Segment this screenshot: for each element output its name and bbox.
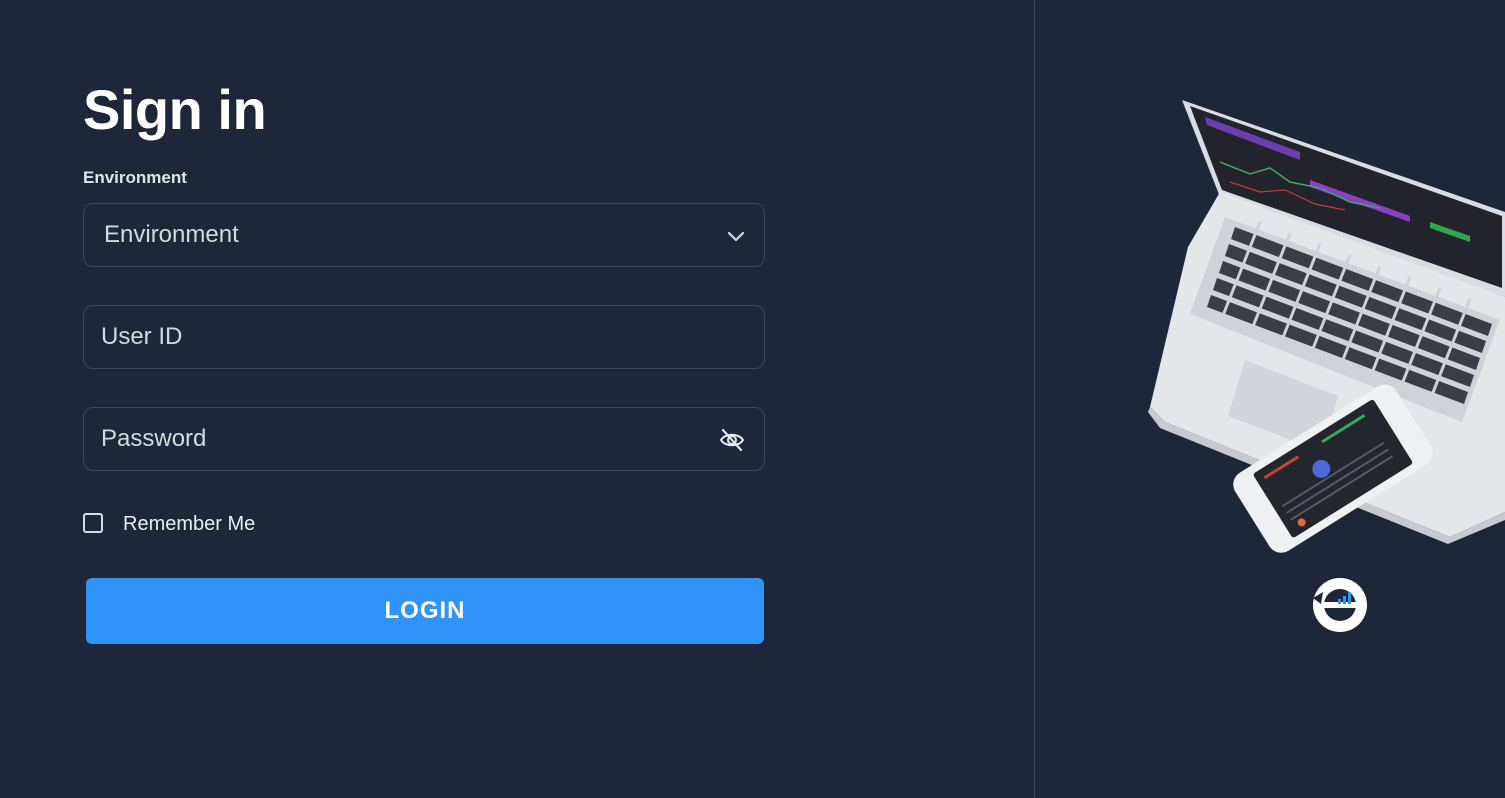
login-button[interactable]: LOGIN	[86, 578, 764, 644]
userid-input[interactable]: User ID	[83, 305, 765, 369]
remember-me-checkbox[interactable]	[83, 513, 103, 533]
remember-me-label: Remember Me	[123, 513, 256, 535]
environment-select[interactable]: Environment	[83, 203, 765, 267]
illustration-panel	[1035, 0, 1505, 798]
brand-logo	[1313, 578, 1367, 632]
password-input[interactable]: Password	[83, 407, 765, 471]
userid-placeholder: User ID	[101, 323, 183, 350]
login-page: Sign in Environment Environment User ID …	[0, 0, 1505, 798]
environment-label: Environment	[83, 168, 187, 187]
password-placeholder: Password	[101, 425, 207, 452]
chevron-down-icon	[727, 231, 745, 242]
laptop-phone-illustration	[1148, 100, 1505, 553]
eye-off-icon[interactable]	[718, 426, 746, 454]
login-panel: Sign in Environment Environment User ID …	[0, 0, 1034, 798]
page-title: Sign in	[83, 78, 267, 141]
environment-select-value: Environment	[104, 221, 239, 248]
